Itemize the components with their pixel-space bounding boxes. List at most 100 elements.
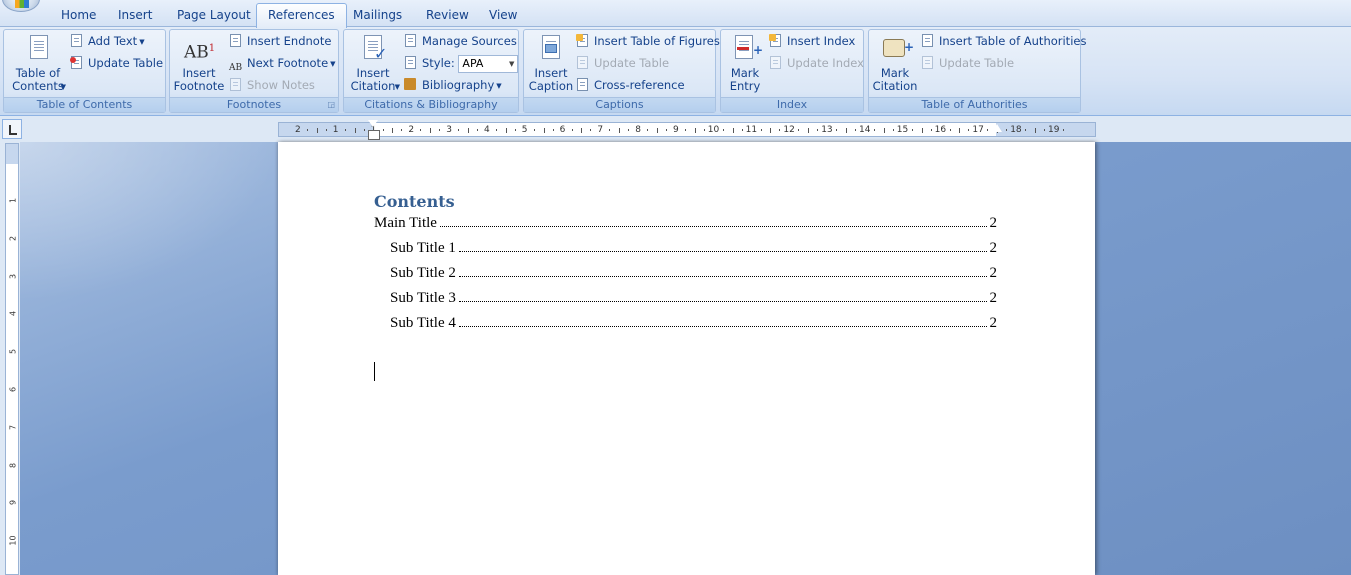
toc-entry[interactable]: Sub Title 4 2 xyxy=(390,315,997,335)
ruler-tick-mark xyxy=(533,129,535,131)
show-notes-icon xyxy=(229,78,243,92)
update-table-of-figures-button[interactable]: Update Table xyxy=(576,53,669,73)
update-index-button[interactable]: Update Index xyxy=(769,53,864,73)
ruler-tick-mark xyxy=(382,129,384,131)
update-toc-button[interactable]: Update Table xyxy=(70,53,163,73)
add-text-button[interactable]: Add Text ▼ xyxy=(70,31,145,51)
ruler-tick-mark xyxy=(354,128,356,133)
ruler-tick-label: 2 xyxy=(295,125,301,135)
toc-entry-text: Sub Title 1 xyxy=(390,240,456,256)
mark-entry-icon: + xyxy=(730,33,763,65)
add-text-icon xyxy=(70,34,84,48)
mark-citation-label: Mark Citation xyxy=(872,66,918,93)
ruler-top-margin xyxy=(6,144,18,164)
chevron-down-icon: ▼ xyxy=(330,60,336,68)
ruler-tick-label: 6 xyxy=(559,125,566,135)
insert-table-of-authorities-button[interactable]: Insert Table of Authorities xyxy=(921,31,1086,51)
toc-leader xyxy=(439,215,987,227)
cross-reference-label: Cross-reference xyxy=(594,78,685,92)
ruler-tick-mark xyxy=(911,129,913,131)
group-table-of-authorities: + Mark Citation Insert Table of Authorit… xyxy=(868,29,1086,113)
toc-entry[interactable]: Sub Title 1 2 xyxy=(390,240,997,260)
update-table-of-authorities-button[interactable]: Update Table xyxy=(921,53,1014,73)
group-label: Footnotes xyxy=(170,97,338,112)
group-label: Captions xyxy=(524,97,715,112)
chevron-down-icon: ▼ xyxy=(139,38,145,46)
tab-selector-button[interactable] xyxy=(2,119,22,139)
cross-reference-button[interactable]: Cross-reference xyxy=(576,75,685,95)
table-of-contents-button[interactable]: Table of Contents ▼ xyxy=(8,33,68,93)
insert-caption-button[interactable]: Insert Caption xyxy=(526,33,576,93)
manage-sources-button[interactable]: Manage Sources xyxy=(404,31,517,51)
update-table-icon xyxy=(70,56,84,70)
manage-sources-label: Manage Sources xyxy=(422,34,517,48)
table-of-figures-icon xyxy=(576,34,590,48)
next-footnote-button[interactable]: AB Next Footnote ▼ xyxy=(229,53,336,73)
mark-citation-button[interactable]: + Mark Citation xyxy=(871,33,919,93)
dialog-launcher-icon[interactable]: ◲ xyxy=(327,100,335,110)
insert-index-label: Insert Index xyxy=(787,34,856,48)
chevron-down-icon: ▼ xyxy=(394,83,400,91)
office-button[interactable] xyxy=(2,0,40,12)
insert-footnote-button[interactable]: AB1 Insert Footnote xyxy=(172,33,226,93)
ruler-tick-mark xyxy=(401,129,403,131)
tab-references[interactable]: References xyxy=(256,3,347,28)
ruler-tick-mark xyxy=(798,129,800,131)
ruler-tick-label: 13 xyxy=(821,125,833,135)
endnote-icon xyxy=(229,34,243,48)
ruler-tick-label: 10 xyxy=(8,535,18,546)
ruler-tick-mark xyxy=(619,128,621,133)
style-control: Style: APA ▼ xyxy=(404,53,519,73)
insert-index-button[interactable]: Insert Index xyxy=(769,31,855,51)
ruler-tick-mark xyxy=(543,128,545,133)
group-label: Table of Contents xyxy=(4,97,165,112)
update-table-icon xyxy=(576,56,590,70)
cross-reference-icon xyxy=(576,78,590,92)
ruler-tick-mark xyxy=(552,129,554,131)
document-page[interactable]: Contents Main Title 2 Sub Title 1 2 Sub Ti… xyxy=(278,142,1095,575)
table-of-authorities-icon xyxy=(921,34,935,48)
table-of-contents-icon xyxy=(23,33,53,65)
insert-endnote-button[interactable]: Insert Endnote xyxy=(229,31,331,51)
toc-entry[interactable]: Sub Title 2 2 xyxy=(390,265,997,285)
bibliography-button[interactable]: Bibliography ▼ xyxy=(404,75,502,95)
insert-table-of-figures-label: Insert Table of Figures xyxy=(594,34,720,48)
tab-insert[interactable]: Insert xyxy=(107,5,163,27)
horizontal-ruler[interactable]: 2 1 1 2 3 4 5 6 7 8 9 10 11 12 13 14 15 16 17 18 19 xyxy=(278,122,1096,137)
ruler-tick-label: 7 xyxy=(8,424,18,430)
tab-view[interactable]: View xyxy=(478,5,528,27)
tab-review[interactable]: Review xyxy=(415,5,480,27)
update-table-label: Update Table xyxy=(594,56,670,70)
ruler-tick-mark xyxy=(628,129,630,131)
ruler-tick-label: 9 xyxy=(8,500,18,506)
style-dropdown[interactable]: APA ▼ xyxy=(458,54,519,73)
style-label: Style: xyxy=(422,56,455,70)
mark-entry-button[interactable]: + Mark Entry xyxy=(723,33,767,93)
update-index-label: Update Index xyxy=(787,56,864,70)
toc-entry[interactable]: Main Title 2 xyxy=(374,215,997,235)
insert-citation-button[interactable]: ✓ Insert Citation ▼ xyxy=(346,33,400,93)
show-notes-label: Show Notes xyxy=(247,78,315,92)
bibliography-label: Bibliography xyxy=(422,78,495,92)
toc-entry-page: 2 xyxy=(989,215,998,231)
tab-mailings[interactable]: Mailings xyxy=(342,5,413,27)
ruler-tick-mark xyxy=(307,129,308,131)
insert-table-of-figures-button[interactable]: Insert Table of Figures xyxy=(576,31,720,51)
vertical-ruler[interactable]: 1 2 3 4 5 6 7 8 9 10 xyxy=(5,143,19,575)
tab-home[interactable]: Home xyxy=(50,5,107,27)
first-line-indent-marker[interactable] xyxy=(368,120,380,140)
ruler-tick-mark xyxy=(968,129,970,131)
ruler-tick-mark xyxy=(846,128,847,133)
toc-entry-text: Main Title xyxy=(374,215,437,231)
tab-page-layout[interactable]: Page Layout xyxy=(166,5,262,27)
ruler-tick-mark xyxy=(590,129,592,131)
show-notes-button[interactable]: Show Notes xyxy=(229,75,315,95)
ruler-tick-mark xyxy=(921,128,923,133)
ruler-tick-label: 11 xyxy=(745,125,758,135)
insert-citation-icon: ✓ xyxy=(358,33,388,65)
toc-entry[interactable]: Sub Title 3 2 xyxy=(390,290,997,310)
ruler-tick-mark xyxy=(770,128,772,133)
ruler-tick-mark xyxy=(732,128,734,133)
right-indent-marker[interactable] xyxy=(992,124,1002,132)
ruler-tick-label: 16 xyxy=(934,125,947,135)
